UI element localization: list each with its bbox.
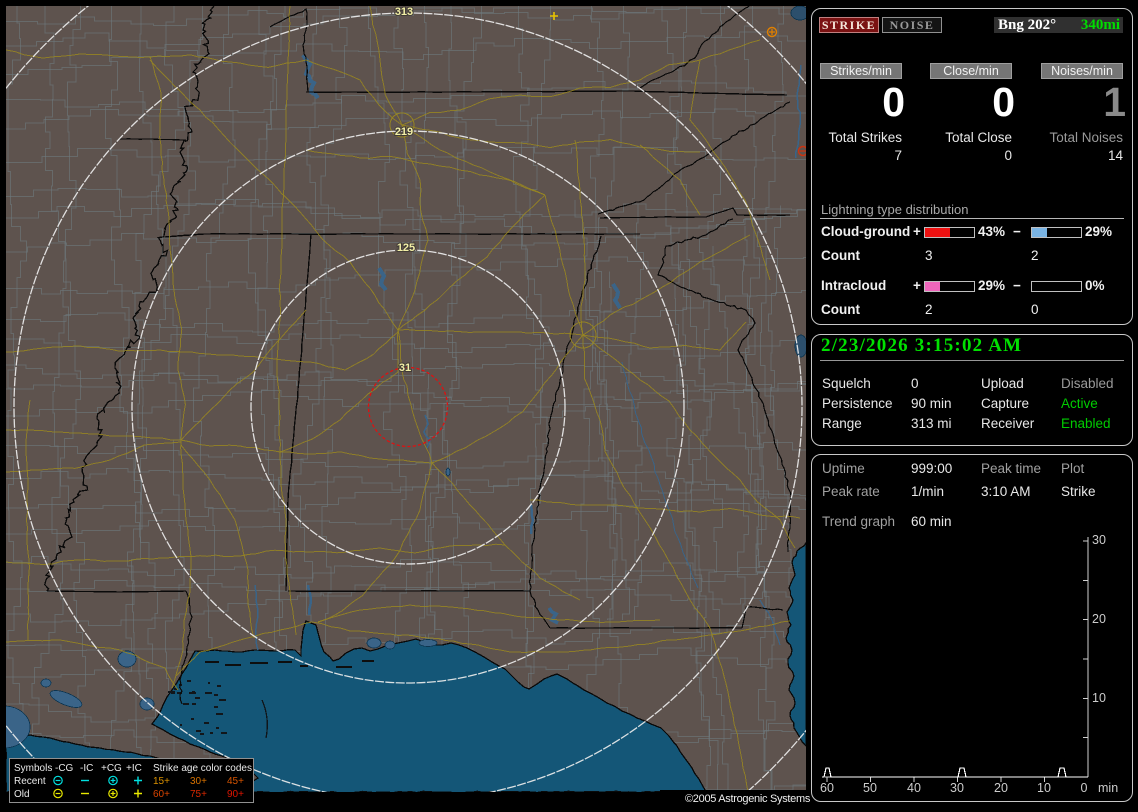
svg-text:219: 219	[395, 126, 413, 138]
svg-text:31: 31	[399, 362, 411, 374]
svg-text:125: 125	[397, 242, 415, 254]
svg-text:313: 313	[395, 6, 413, 18]
